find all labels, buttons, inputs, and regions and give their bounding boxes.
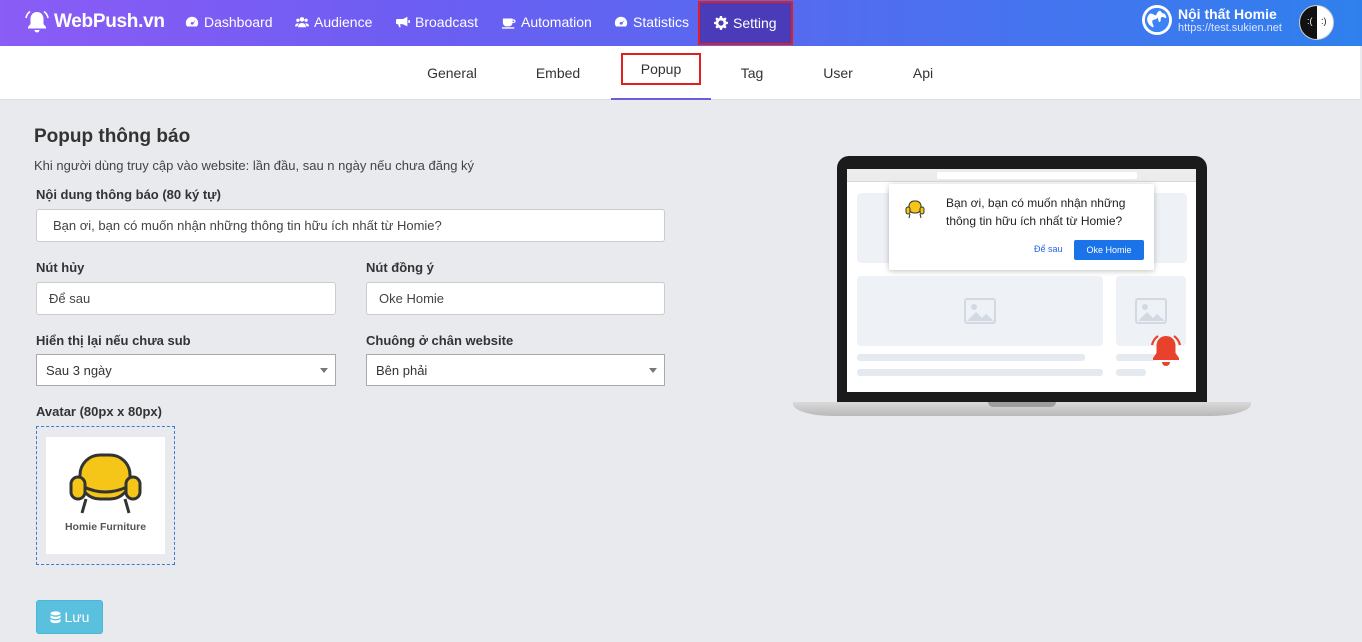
bell-logo-icon (25, 10, 49, 33)
bell-icon (1150, 335, 1182, 366)
redisplay-select[interactable]: Sau 3 ngày (36, 354, 336, 386)
laptop-screen-frame: Bạn ơi, bạn có muốn nhận những thông tin… (837, 156, 1207, 402)
popup-preview: Bạn ơi, bạn có muốn nhận những thông tin… (793, 156, 1251, 422)
popup-preview-message: Bạn ơi, bạn có muốn nhận những thông tin… (946, 196, 1126, 228)
nav-setting[interactable]: Setting (698, 1, 793, 45)
user-avatar[interactable]: :( :) (1299, 5, 1334, 40)
accept-button-label: Nút đồng ý (366, 260, 434, 275)
armchair-logo-icon (69, 453, 142, 514)
bell-position-label: Chuông ở chân website (366, 333, 514, 348)
tab-api-label: Api (912, 65, 934, 81)
avatar-label: Avatar (80px x 80px) (36, 404, 162, 419)
nav-audience-label: Audience (314, 14, 373, 30)
save-button-label: Lưu (64, 609, 90, 625)
nav-dashboard[interactable]: Dashboard (185, 0, 273, 44)
tachometer-icon (185, 16, 199, 27)
image-icon (964, 298, 996, 324)
gear-icon (714, 16, 728, 30)
nav-dashboard-label: Dashboard (204, 14, 273, 30)
browser-bar (847, 169, 1196, 182)
cancel-button-label: Nút hủy (36, 260, 85, 275)
tab-popup-label: Popup (620, 53, 702, 85)
chevron-down-icon (320, 368, 328, 373)
nav-statistics-label: Statistics (633, 14, 690, 30)
users-icon (295, 17, 309, 28)
bullhorn-icon (396, 16, 410, 28)
tab-embed-label: Embed (535, 65, 581, 81)
tab-api[interactable]: Api (900, 46, 946, 100)
popup-preview-later: Để sau (1034, 244, 1063, 254)
chevron-down-icon (649, 368, 657, 373)
bell-position-select[interactable]: Bên phải (366, 354, 665, 386)
globe-icon (1142, 5, 1172, 35)
settings-tabs: General Embed Popup Tag User Api (0, 46, 1360, 100)
save-button[interactable]: Lưu (36, 600, 103, 634)
database-icon (49, 610, 61, 623)
avatar-upload[interactable]: Homie Furniture (36, 426, 175, 565)
redisplay-select-value: Sau 3 ngày (46, 362, 112, 378)
avatar-image: Homie Furniture (46, 437, 165, 554)
bell-position-select-value: Bên phải (376, 362, 428, 378)
accept-button-input[interactable]: Oke Homie (366, 282, 665, 315)
tab-user-label: User (823, 65, 853, 81)
page-title: Popup thông báo (34, 126, 191, 147)
tachometer-icon (614, 16, 628, 27)
tab-tag-label: Tag (740, 65, 764, 81)
redisplay-label: Hiển thị lại nếu chưa sub (36, 333, 191, 348)
tab-popup[interactable]: Popup (611, 46, 711, 100)
tab-general[interactable]: General (416, 46, 488, 100)
message-input[interactable]: Bạn ơi, bạn có muốn nhận những thông tin… (36, 209, 665, 242)
popup-preview-ok: Oke Homie (1074, 240, 1144, 260)
tab-tag[interactable]: Tag (727, 46, 777, 100)
nav-automation-label: Automation (521, 14, 592, 30)
image-placeholder (857, 276, 1103, 346)
nav-setting-label: Setting (733, 15, 777, 31)
nav-broadcast[interactable]: Broadcast (396, 0, 478, 44)
tab-user[interactable]: User (813, 46, 863, 100)
tab-embed[interactable]: Embed (522, 46, 594, 100)
profile-name: Nội thất Homie (1178, 5, 1277, 22)
cancel-button-input[interactable]: Để sau (36, 282, 336, 315)
avatar-face-left: :( (1307, 16, 1313, 26)
popup-preview-dialog: Bạn ơi, bạn có muốn nhận những thông tin… (889, 184, 1154, 270)
profile-info[interactable]: Nội thất Homie https://test.sukien.net (1142, 5, 1282, 35)
brand-name: WebPush.vn (54, 11, 165, 32)
nav-broadcast-label: Broadcast (415, 14, 479, 30)
coffee-icon (502, 18, 516, 29)
avatar-logo-text: Homie Furniture (64, 521, 147, 533)
armchair-logo-icon (905, 200, 925, 219)
brand-logo[interactable]: WebPush.vn (24, 10, 165, 34)
image-icon (1135, 298, 1167, 324)
nav-statistics[interactable]: Statistics (614, 0, 689, 44)
page-description: Khi người dùng truy cập vào website: lần… (34, 158, 475, 173)
profile-url: https://test.sukien.net (1178, 21, 1282, 34)
top-navbar: WebPush.vn Dashboard Audience Broadcast … (0, 0, 1362, 46)
message-label: Nội dung thông báo (80 ký tự) (36, 187, 221, 202)
nav-automation[interactable]: Automation (502, 0, 592, 44)
tab-general-label: General (427, 65, 477, 81)
laptop-screen: Bạn ơi, bạn có muốn nhận những thông tin… (847, 169, 1196, 392)
avatar-face-right: :) (1321, 16, 1327, 26)
nav-audience[interactable]: Audience (295, 0, 372, 44)
